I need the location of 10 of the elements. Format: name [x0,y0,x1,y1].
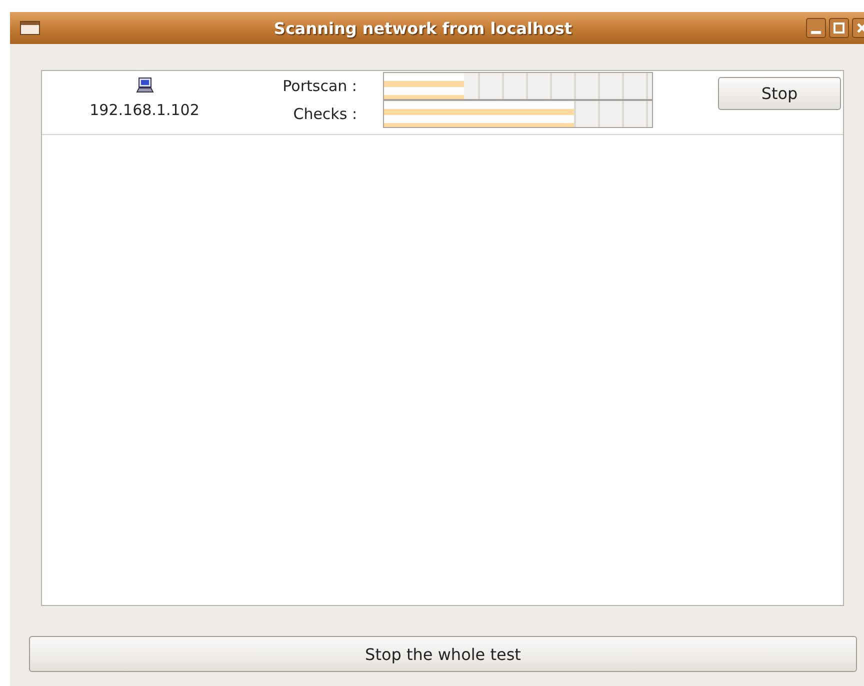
stop-button[interactable]: Stop [718,77,841,110]
stop-whole-test-button[interactable]: Stop the whole test [29,636,857,672]
host-address: 192.168.1.102 [90,101,200,119]
minimize-icon[interactable] [806,18,826,38]
window-menu-icon[interactable] [20,21,40,35]
progress-label: Checks : [292,105,358,123]
computer-icon [136,77,154,93]
window-title: Scanning network from localhost [272,18,574,38]
progress-label: Portscan : [282,77,358,95]
maximize-icon[interactable] [829,18,849,38]
